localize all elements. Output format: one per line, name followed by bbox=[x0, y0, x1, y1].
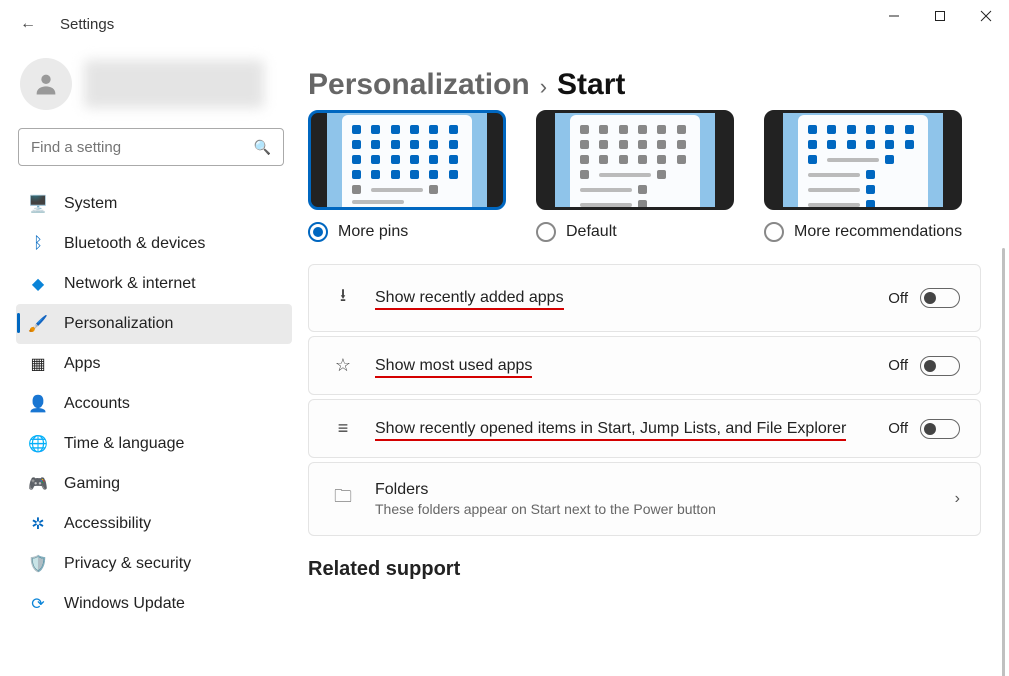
minimize-button[interactable] bbox=[871, 0, 917, 32]
brush-icon: 🖌️ bbox=[26, 314, 50, 334]
start-layout-options: More pins Default bbox=[308, 110, 981, 242]
setting-title: Folders bbox=[375, 481, 943, 499]
user-name-redacted bbox=[84, 60, 264, 108]
toggle-state-label: Off bbox=[888, 290, 908, 307]
toggle-switch[interactable] bbox=[920, 419, 960, 439]
wifi-icon: ◆ bbox=[26, 274, 50, 294]
radio-icon bbox=[308, 222, 328, 242]
search-box[interactable]: 🔍 bbox=[18, 128, 284, 166]
sidebar: 🔍 🖥️ System ᛒ Bluetooth & devices ◆ Network… bbox=[0, 48, 300, 676]
user-account-row[interactable] bbox=[16, 58, 300, 110]
related-support-heading: Related support bbox=[308, 558, 981, 581]
breadcrumb: Personalization › Start bbox=[308, 68, 981, 102]
layout-thumb bbox=[764, 110, 962, 210]
system-icon: 🖥️ bbox=[26, 194, 50, 214]
toggle-switch[interactable] bbox=[920, 288, 960, 308]
close-button[interactable] bbox=[963, 0, 1009, 32]
accessibility-icon: ✲ bbox=[26, 514, 50, 534]
sidebar-item-label: System bbox=[64, 195, 117, 213]
sidebar-item-label: Windows Update bbox=[64, 595, 185, 613]
gaming-icon: 🎮 bbox=[26, 474, 50, 494]
toggle-state-label: Off bbox=[888, 357, 908, 374]
sidebar-item-privacy[interactable]: 🛡️ Privacy & security bbox=[16, 544, 292, 584]
toggle-switch[interactable] bbox=[920, 356, 960, 376]
sidebar-item-label: Accessibility bbox=[64, 515, 151, 533]
search-icon: 🔍 bbox=[254, 139, 271, 156]
sidebar-item-update[interactable]: ⟳ Windows Update bbox=[16, 584, 292, 624]
layout-option-label: More pins bbox=[338, 223, 408, 241]
sidebar-item-label: Personalization bbox=[64, 315, 173, 333]
layout-option-more-recommendations[interactable]: More recommendations bbox=[764, 110, 962, 242]
sidebar-item-label: Network & internet bbox=[64, 275, 196, 293]
layout-option-label: Default bbox=[566, 223, 617, 241]
setting-title: Show most used apps bbox=[375, 357, 532, 378]
update-icon: ⟳ bbox=[26, 594, 50, 614]
setting-recently-added-apps: ⭳ Show recently added apps Off bbox=[308, 264, 981, 332]
chevron-right-icon: › bbox=[955, 490, 960, 508]
layout-option-label: More recommendations bbox=[794, 223, 962, 241]
layout-option-more-pins[interactable]: More pins bbox=[308, 110, 506, 242]
sidebar-item-label: Bluetooth & devices bbox=[64, 235, 205, 253]
sidebar-item-network[interactable]: ◆ Network & internet bbox=[16, 264, 292, 304]
sidebar-item-label: Time & language bbox=[64, 435, 184, 453]
nav-list: 🖥️ System ᛒ Bluetooth & devices ◆ Network &… bbox=[16, 184, 300, 624]
setting-title: Show recently added apps bbox=[375, 289, 564, 310]
folder-icon: 🗀 bbox=[329, 484, 357, 514]
sidebar-item-label: Apps bbox=[64, 355, 100, 373]
layout-thumb bbox=[536, 110, 734, 210]
breadcrumb-current: Start bbox=[557, 68, 625, 102]
sidebar-item-label: Accounts bbox=[64, 395, 130, 413]
sidebar-item-apps[interactable]: ▦ Apps bbox=[16, 344, 292, 384]
avatar bbox=[20, 58, 72, 110]
main-content: Personalization › Start More pins bbox=[300, 48, 1009, 676]
chevron-right-icon: › bbox=[540, 74, 547, 100]
setting-most-used-apps: ☆ Show most used apps Off bbox=[308, 336, 981, 395]
sidebar-item-gaming[interactable]: 🎮 Gaming bbox=[16, 464, 292, 504]
sidebar-item-accessibility[interactable]: ✲ Accessibility bbox=[16, 504, 292, 544]
list-icon: ≡ bbox=[329, 418, 357, 439]
download-icon: ⭳ bbox=[329, 283, 357, 313]
toggle-state-label: Off bbox=[888, 420, 908, 437]
time-icon: 🌐 bbox=[26, 434, 50, 454]
setting-title: Show recently opened items in Start, Jum… bbox=[375, 420, 846, 437]
radio-icon bbox=[536, 222, 556, 242]
sidebar-item-system[interactable]: 🖥️ System bbox=[16, 184, 292, 224]
layout-thumb bbox=[308, 110, 506, 210]
setting-recently-opened-items: ≡ Show recently opened items in Start, J… bbox=[308, 399, 981, 458]
sidebar-item-time[interactable]: 🌐 Time & language bbox=[16, 424, 292, 464]
maximize-button[interactable] bbox=[917, 0, 963, 32]
radio-icon bbox=[764, 222, 784, 242]
breadcrumb-parent[interactable]: Personalization bbox=[308, 68, 530, 102]
sidebar-item-label: Gaming bbox=[64, 475, 120, 493]
layout-option-default[interactable]: Default bbox=[536, 110, 734, 242]
back-button[interactable]: ← bbox=[20, 15, 36, 33]
star-icon: ☆ bbox=[329, 355, 357, 376]
apps-icon: ▦ bbox=[26, 354, 50, 374]
scrollbar[interactable] bbox=[1002, 248, 1005, 676]
sidebar-item-bluetooth[interactable]: ᛒ Bluetooth & devices bbox=[16, 224, 292, 264]
sidebar-item-personalization[interactable]: 🖌️ Personalization bbox=[16, 304, 292, 344]
sidebar-item-accounts[interactable]: 👤 Accounts bbox=[16, 384, 292, 424]
setting-subtitle: These folders appear on Start next to th… bbox=[375, 501, 943, 517]
setting-folders[interactable]: 🗀 Folders These folders appear on Start … bbox=[308, 462, 981, 536]
app-title: Settings bbox=[60, 16, 114, 33]
accounts-icon: 👤 bbox=[26, 394, 50, 414]
sidebar-item-label: Privacy & security bbox=[64, 555, 191, 573]
bluetooth-icon: ᛒ bbox=[26, 235, 50, 253]
search-input[interactable] bbox=[31, 139, 254, 156]
shield-icon: 🛡️ bbox=[26, 554, 50, 574]
